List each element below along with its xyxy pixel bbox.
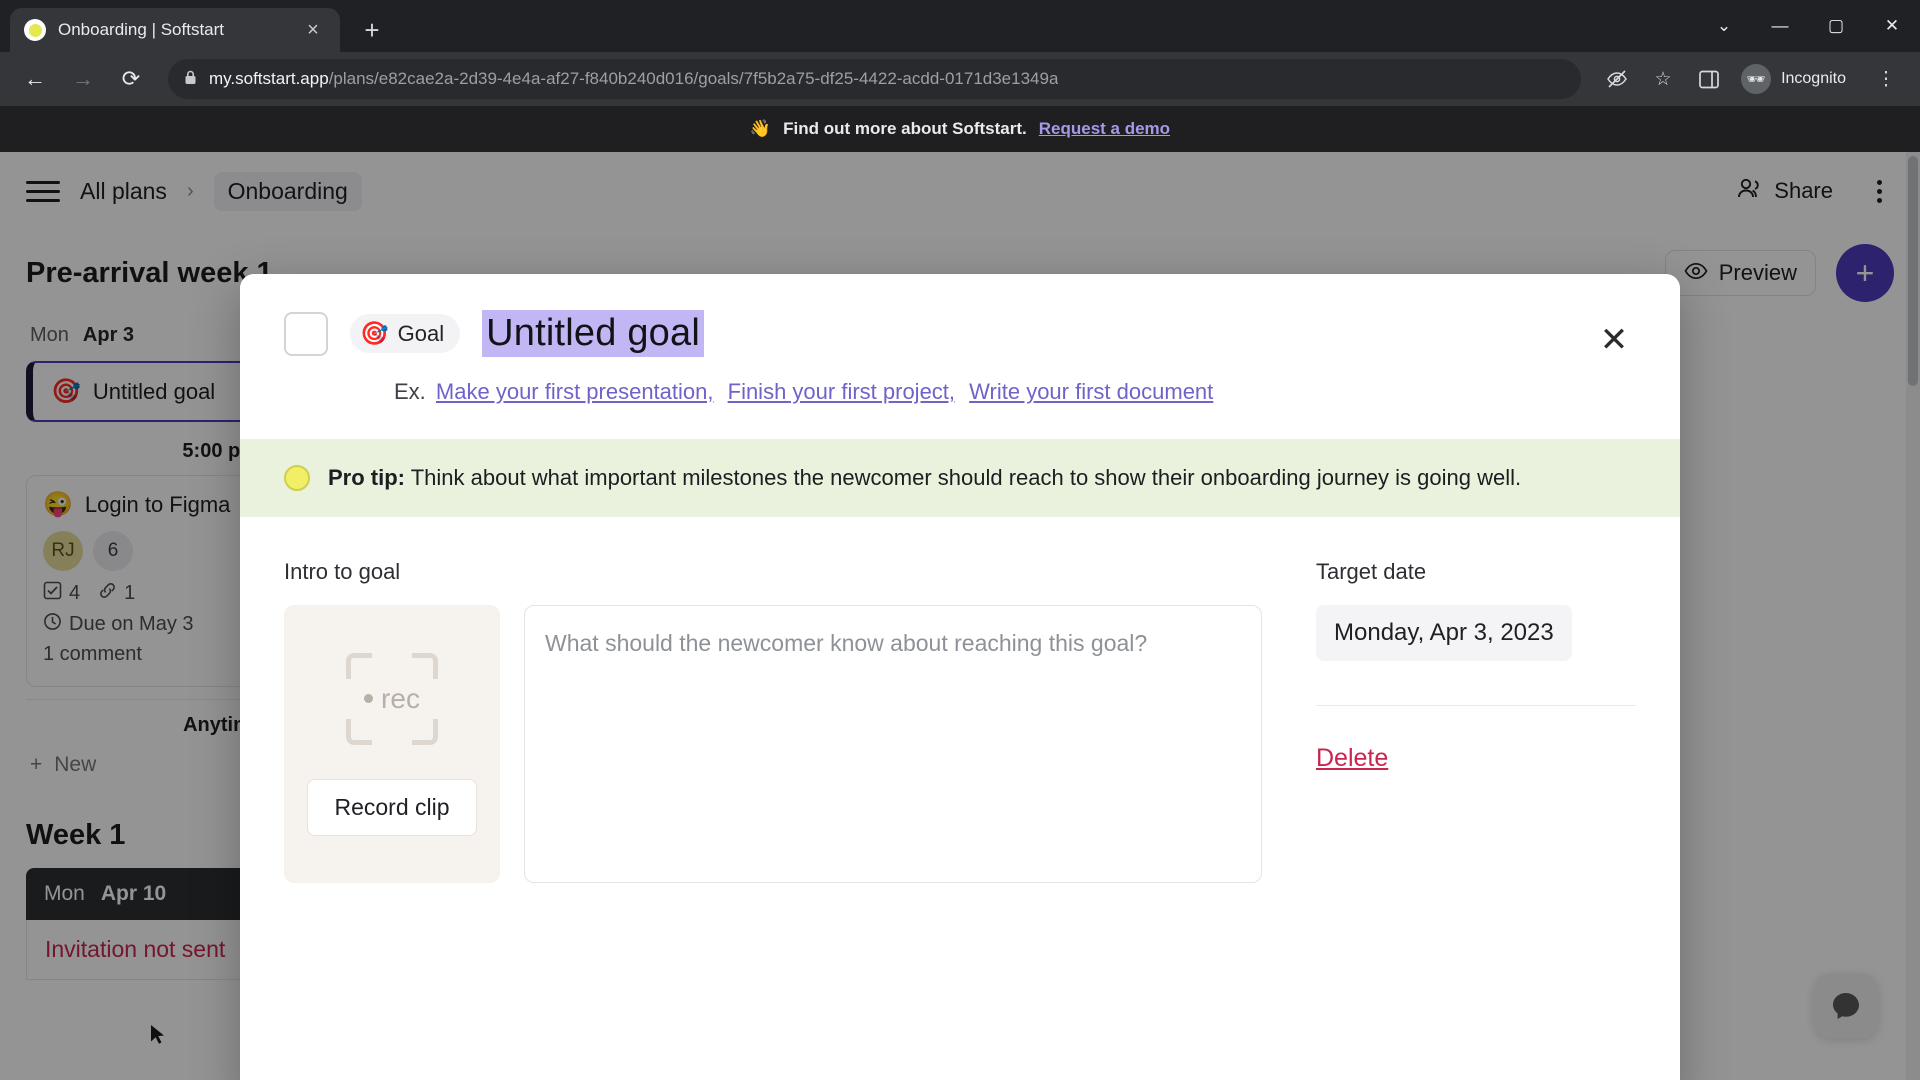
example-link-presentation[interactable]: Make your first presentation,: [436, 379, 714, 404]
chevron-down-icon[interactable]: ⌄: [1696, 0, 1752, 52]
goal-notes-textarea[interactable]: What should the newcomer know about reac…: [524, 605, 1262, 883]
rec-icon: rec: [346, 652, 438, 745]
forward-icon[interactable]: →: [62, 58, 104, 100]
goal-detail-modal: 🎯 Goal Untitled goal ✕ Ex. Make your fir…: [240, 274, 1680, 1080]
target-date-label: Target date: [1316, 559, 1427, 584]
promo-banner: 👋 Find out more about Softstart. Request…: [0, 106, 1920, 152]
browser-toolbar: ← → ⟳ my.softstart.app /plans/e82cae2a-2…: [0, 52, 1920, 106]
example-link-document[interactable]: Write your first document: [969, 379, 1213, 404]
section-divider: [1316, 705, 1636, 706]
address-bar[interactable]: my.softstart.app /plans/e82cae2a-2d39-4e…: [168, 59, 1582, 99]
browser-tab[interactable]: Onboarding | Softstart ×: [10, 8, 340, 52]
wave-emoji-icon: 👋: [749, 119, 772, 138]
record-clip-button[interactable]: Record clip: [307, 778, 477, 836]
url-path: /plans/e82cae2a-2d39-4e4a-af27-f840b240d…: [328, 69, 1059, 88]
bookmark-star-icon[interactable]: ☆: [1643, 59, 1683, 99]
modal-header: 🎯 Goal Untitled goal ✕ Ex. Make your fir…: [240, 274, 1680, 439]
request-demo-link[interactable]: Request a demo: [1039, 119, 1170, 139]
rec-badge-label: rec: [346, 653, 438, 745]
pro-tip-label: Pro tip:: [328, 465, 405, 490]
goal-checkbox[interactable]: [284, 311, 328, 356]
lock-icon: [184, 70, 197, 88]
browser-window: Onboarding | Softstart × + ⌄ — ▢ ✕ ← → ⟳…: [0, 0, 1920, 1080]
minimize-icon[interactable]: —: [1752, 0, 1808, 52]
tab-title: Onboarding | Softstart: [58, 20, 225, 39]
url-host: my.softstart.app: [209, 69, 329, 88]
intro-label: Intro to goal: [284, 559, 401, 584]
goal-title-input[interactable]: Untitled goal: [482, 310, 704, 357]
back-icon[interactable]: ←: [14, 58, 56, 100]
pro-tip-text: Think about what important milestones th…: [410, 465, 1522, 490]
delete-goal-button[interactable]: Delete: [1316, 744, 1388, 772]
page-viewport: 👋 Find out more about Softstart. Request…: [0, 106, 1920, 1080]
incognito-label: Incognito: [1781, 70, 1846, 87]
maximize-icon[interactable]: ▢: [1808, 0, 1864, 52]
tab-strip: Onboarding | Softstart × + ⌄ — ▢ ✕: [0, 0, 1920, 52]
side-panel-icon[interactable]: [1689, 59, 1729, 99]
close-icon[interactable]: ×: [300, 17, 326, 43]
promo-text: Find out more about Softstart.: [783, 119, 1027, 138]
incognito-avatar-icon: 🕶: [1741, 64, 1772, 94]
goal-chip-label: Goal: [397, 320, 445, 346]
browser-menu-icon[interactable]: ⋮: [1866, 59, 1906, 99]
window-close-icon[interactable]: ✕: [1864, 0, 1920, 52]
close-icon[interactable]: ✕: [1592, 318, 1636, 362]
modal-body: Intro to goal rec Record clip What shoul…: [240, 517, 1680, 943]
softstart-logo-icon: [24, 19, 46, 41]
example-link-project[interactable]: Finish your first project,: [728, 379, 955, 404]
new-tab-button[interactable]: +: [350, 8, 394, 52]
modal-title-row: 🎯 Goal Untitled goal: [284, 310, 1636, 357]
example-goals: Ex. Make your first presentation, Finish…: [284, 357, 1636, 439]
target-date-value[interactable]: Monday, Apr 3, 2023: [1316, 605, 1572, 661]
pro-tip-banner: Pro tip: Think about what important mile…: [240, 439, 1680, 517]
record-clip-tile: rec Record clip: [284, 605, 500, 883]
target-emoji-icon: 🎯: [360, 320, 389, 346]
target-date-section: Target date Monday, Apr 3, 2023 Delete: [1316, 559, 1636, 883]
goal-type-chip[interactable]: 🎯 Goal: [350, 314, 461, 353]
incognito-profile-chip[interactable]: 🕶 Incognito: [1735, 60, 1860, 98]
examples-label: Ex.: [394, 379, 426, 404]
intro-row: rec Record clip What should the newcomer…: [284, 605, 1262, 883]
intro-section: Intro to goal rec Record clip What shoul…: [284, 559, 1262, 883]
window-controls: ⌄ — ▢ ✕: [1696, 0, 1920, 52]
block-cookies-icon[interactable]: [1597, 59, 1637, 99]
lightbulb-icon: [284, 465, 310, 491]
reload-icon[interactable]: ⟳: [110, 58, 152, 100]
